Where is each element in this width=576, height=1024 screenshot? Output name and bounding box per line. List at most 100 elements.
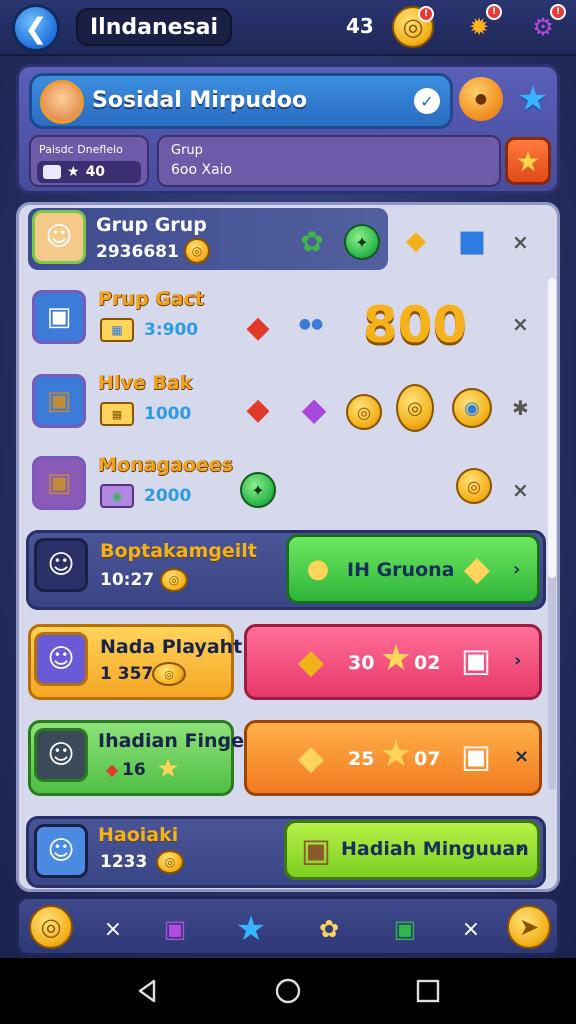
row-title: Haoiaki — [98, 824, 179, 846]
green-coin-icon: ✦ — [344, 224, 380, 260]
star-icon[interactable]: ★ — [229, 907, 273, 951]
ticket-icon: ◆ — [246, 391, 270, 427]
row-title: Hlve Bak — [98, 372, 193, 394]
coin-icon: ◎ — [346, 394, 382, 430]
green-coin-icon: ✦ — [240, 472, 276, 508]
notification-badge: ! — [418, 6, 434, 22]
row-title: Prup Gact — [98, 288, 204, 310]
map-icon[interactable]: ▣ — [383, 907, 427, 951]
leaf-icon: ✿ — [300, 224, 324, 258]
stat-value: 40 — [85, 164, 106, 180]
chest-icon: ▦ — [100, 318, 134, 342]
row-title: Monagaoees — [98, 454, 233, 476]
close-icon[interactable]: × — [512, 478, 529, 502]
row-title: Boptakamgeilt — [100, 540, 257, 562]
gem-icon: ◆ — [105, 759, 119, 779]
star-icon: ★ — [67, 164, 80, 180]
ticket-icon: ◆ — [246, 309, 270, 345]
close-icon[interactable]: × — [512, 312, 529, 336]
group-button[interactable]: ● IH Gruona ◆ › — [286, 534, 540, 604]
row-subtitle: 1233 — [100, 852, 148, 872]
coin-count: 43 — [346, 14, 374, 38]
page-title: Ilndanesai — [76, 8, 232, 46]
avatar — [40, 80, 84, 124]
group-label: Grup — [171, 143, 203, 158]
scrollbar[interactable] — [548, 278, 556, 790]
crate-icon: ▣ — [32, 456, 86, 510]
profile-name: Sosidal Mirpudoo — [92, 88, 308, 113]
home-icon[interactable] — [271, 974, 305, 1008]
chevron-right-icon: › — [517, 838, 525, 859]
stat-value-box: ★ 40 — [37, 161, 141, 183]
row-subtitle: 1000 — [144, 404, 192, 424]
star-icon[interactable]: ★ — [513, 79, 553, 119]
box-icon: ▣ — [32, 290, 86, 344]
chevron-right-icon: › — [513, 559, 521, 580]
stat-box: Paisdc Dneflelo ★ 40 — [29, 135, 149, 187]
compass-icon: ◉ — [452, 388, 492, 428]
back-button[interactable]: ❮ — [12, 4, 60, 52]
coin-icon: ◎ — [396, 384, 434, 432]
compass-icon[interactable]: ➤ — [507, 905, 551, 949]
crate-icon: ▣ — [32, 374, 86, 428]
gold-bar-icon: ◆ — [297, 738, 325, 778]
weekly-reward-button[interactable]: ▣ Hadiah Minguuan › — [284, 820, 540, 880]
chest-icon: ◉ — [100, 484, 134, 508]
row-title: Nada Playaht — [100, 636, 243, 658]
reward-left-value: 25 — [348, 748, 375, 770]
close-icon[interactable]: × — [514, 746, 529, 767]
bottom-nav: ◎ × ▣ ★ ✿ ▣ × ➤ — [16, 896, 560, 956]
coin-icon: ◎ — [152, 662, 186, 686]
star-icon: ★ — [156, 754, 180, 784]
gift-icon: ◆ — [463, 549, 491, 589]
avatar: ☺ — [34, 632, 88, 686]
settings-icon[interactable]: ⚙! — [522, 4, 566, 48]
gift-box-icon: ▣ — [460, 737, 492, 775]
card-icon — [43, 165, 61, 179]
close-icon[interactable]: × — [91, 907, 135, 951]
favorite-button[interactable]: ★ — [505, 137, 551, 185]
profile-bar[interactable]: Sosidal Mirpudoo ✓ — [29, 73, 453, 129]
gold-bar-icon: ◆ — [297, 642, 325, 682]
chest-icon: ▦ — [100, 402, 134, 426]
coin-icon: ◎ — [160, 568, 188, 592]
reward-right-value: 02 — [414, 652, 441, 674]
friends-icon[interactable]: ✿ — [307, 907, 351, 951]
notification-badge: ! — [486, 4, 502, 20]
recents-icon[interactable] — [411, 974, 445, 1008]
group-button-label: IH Gruona — [347, 559, 455, 581]
notification-badge: ! — [550, 4, 566, 20]
close-icon[interactable]: × — [449, 907, 493, 951]
star-icon: ★ — [379, 637, 413, 679]
close-icon[interactable]: × — [512, 230, 529, 254]
row-subtitle: 1 357 — [100, 664, 154, 684]
weekly-reward-label: Hadiah Minguuan — [341, 838, 529, 860]
close-icon[interactable]: ✱ — [512, 396, 529, 420]
coin-icon[interactable]: ◎ — [29, 905, 73, 949]
chevron-right-icon: › — [514, 650, 522, 671]
row-subtitle: 16 — [122, 760, 146, 780]
chat-icon[interactable]: ▣ — [153, 907, 197, 951]
trophy-icon: ● — [306, 554, 330, 584]
group-value: 6oo Xaio — [171, 162, 233, 178]
gear-icon[interactable]: ✹! — [458, 4, 502, 48]
profile-panel: Sosidal Mirpudoo ✓ ● ★ Paisdc Dneflelo ★… — [16, 64, 560, 194]
avatar: ☺ — [34, 824, 88, 878]
group-box[interactable]: Grup 6oo Xaio — [157, 135, 501, 187]
row-subtitle: 2936681 — [96, 242, 179, 262]
fruit-icon[interactable]: ● — [459, 77, 503, 121]
gift-box-icon: ▣ — [460, 641, 492, 679]
gem-icon: ◆ — [406, 226, 426, 256]
row-subtitle: 2000 — [144, 486, 192, 506]
check-icon[interactable]: ✓ — [414, 88, 440, 114]
back-arrow-icon: ❮ — [24, 11, 48, 45]
scroll-thumb[interactable] — [548, 278, 556, 578]
avatar: ☺ — [34, 728, 88, 782]
reward-left-value: 30 — [348, 652, 375, 674]
coin-icon: ◎ — [184, 238, 210, 264]
back-icon[interactable] — [130, 974, 164, 1008]
coin-icon: ◎ — [456, 468, 492, 504]
coin-icon[interactable]: ◎! — [392, 6, 434, 48]
avatar: ☺ — [32, 210, 86, 264]
big-reward: 800 — [362, 296, 468, 354]
